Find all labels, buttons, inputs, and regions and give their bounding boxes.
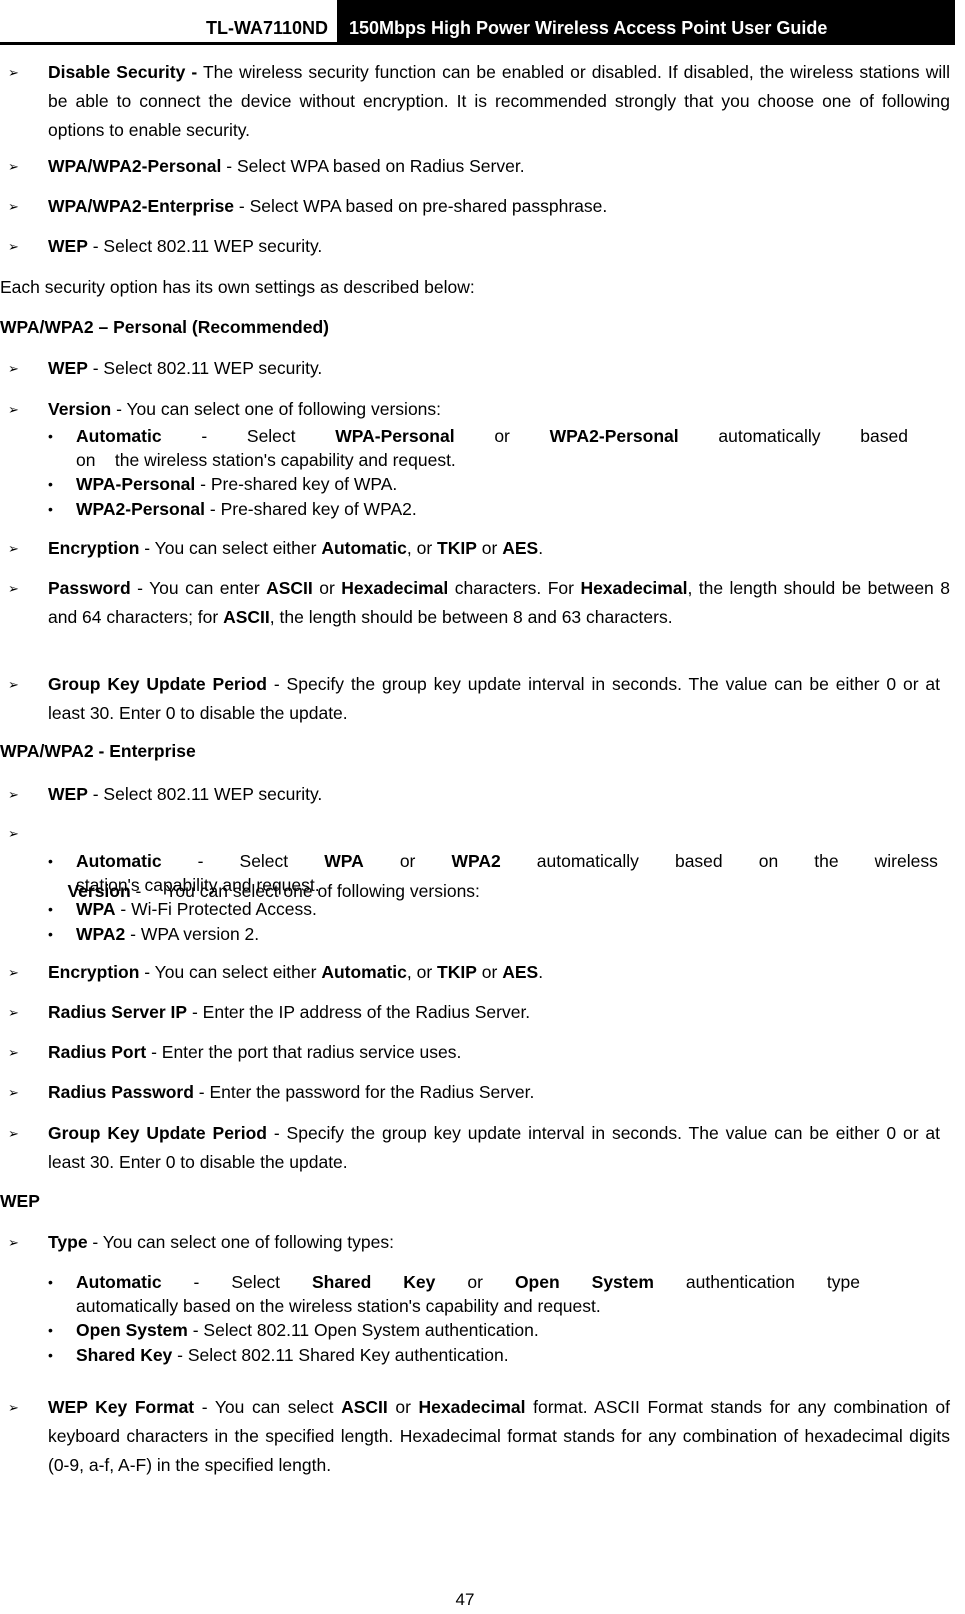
arrow-bullet-icon: ➢ [8,199,19,214]
bullet-icon: • [48,1347,53,1363]
list-item-type: ➢ Type - You can select one of following… [8,1228,950,1257]
arrow-bullet-icon: ➢ [8,541,19,556]
arrow-bullet-icon: ➢ [8,1005,19,1020]
section-heading-personal: WPA/WPA2 – Personal (Recommended) [0,317,329,337]
arrow-bullet-icon: ➢ [8,1045,19,1060]
section-heading-wep: WEP [0,1191,40,1211]
bullet-icon: • [48,501,53,517]
arrow-bullet-icon: ➢ [8,1235,19,1250]
sub-item-shared-key: • Shared Key - Select 802.11 Shared Key … [48,1345,509,1365]
list-item-wpa-enterprise: ➢ WPA/WPA2-Enterprise - Select WPA based… [8,192,950,221]
list-item-radius-server-ip: ➢ Radius Server IP - Enter the IP addres… [8,998,950,1027]
list-item-group-key: ➢ Group Key Update Period - Specify the … [8,670,940,728]
bullet-icon: • [48,1274,53,1290]
bullet-icon: • [48,476,53,492]
sub-item-wpa-personal: • WPA-Personal - Pre-shared key of WPA. [48,474,398,494]
sub-item-automatic: • Automatic - Select WPA or WPA2 automat… [48,851,938,895]
list-item-encryption: ➢ Encryption - You can select either Aut… [8,958,950,987]
arrow-bullet-icon: ➢ [8,159,19,174]
list-item-encryption: ➢ Encryption - You can select either Aut… [8,534,950,563]
list-item-wep-key-format: ➢ WEP Key Format - You can select ASCII … [8,1393,950,1480]
list-item-version: ➢ Version - You can select one of follow… [8,395,950,424]
list-item-radius-port: ➢ Radius Port - Enter the port that radi… [8,1038,950,1067]
header-model: TL-WA7110ND [205,18,328,38]
bullet-icon: • [48,1322,53,1338]
sub-item-wpa2-personal: • WPA2-Personal - Pre-shared key of WPA2… [48,499,417,519]
bullet-icon: • [48,428,53,444]
arrow-bullet-icon: ➢ [8,65,19,80]
arrow-bullet-icon: ➢ [8,581,19,596]
sub-item-open-system: • Open System - Select 802.11 Open Syste… [48,1320,539,1340]
list-item-radius-password: ➢ Radius Password - Enter the password f… [8,1078,950,1107]
sub-item-automatic: • Automatic - Select WPA-Personal or WPA… [48,426,908,470]
arrow-bullet-icon: ➢ [8,361,19,376]
bullet-icon: • [48,926,53,942]
arrow-bullet-icon: ➢ [8,1400,19,1415]
arrow-bullet-icon: ➢ [8,787,19,802]
intro-paragraph: Each security option has its own setting… [0,277,475,297]
arrow-bullet-icon: ➢ [8,1085,19,1100]
arrow-bullet-icon: ➢ [8,239,19,254]
sub-item-automatic: • Automatic - Select Shared Key or Open … [48,1272,860,1316]
page-number: 47 [455,1590,475,1609]
section-heading-enterprise: WPA/WPA2 - Enterprise [0,741,196,761]
arrow-bullet-icon: ➢ [8,677,19,692]
list-item-group-key: ➢ Group Key Update Period - Specify the … [8,1119,940,1177]
sub-item-wpa2: • WPA2 - WPA version 2. [48,924,260,944]
sub-item-wpa: • WPA - Wi-Fi Protected Access. [48,899,317,919]
page-header: TL-WA7110ND 150Mbps High Power Wireless … [0,0,955,45]
list-item-wep: ➢ WEP - Select 802.11 WEP security. [8,232,950,261]
arrow-bullet-icon: ➢ [8,402,19,417]
bullet-icon: • [48,853,53,869]
arrow-bullet-icon: ➢ [8,826,19,841]
list-item-wep: ➢ WEP - Select 802.11 WEP security. [8,354,950,383]
list-item-wep: ➢ WEP - Select 802.11 WEP security. [8,780,950,809]
list-item-disable-security: ➢ Disable Security - The wireless securi… [8,58,950,145]
list-item-wpa-personal: ➢ WPA/WPA2-Personal - Select WPA based o… [8,152,950,181]
arrow-bullet-icon: ➢ [8,1126,19,1141]
arrow-bullet-icon: ➢ [8,965,19,980]
list-item-password: ➢ Password - You can enter ASCII or Hexa… [8,574,950,632]
bullet-icon: • [48,901,53,917]
header-rule [0,42,955,45]
header-title: 150Mbps High Power Wireless Access Point… [337,0,955,42]
